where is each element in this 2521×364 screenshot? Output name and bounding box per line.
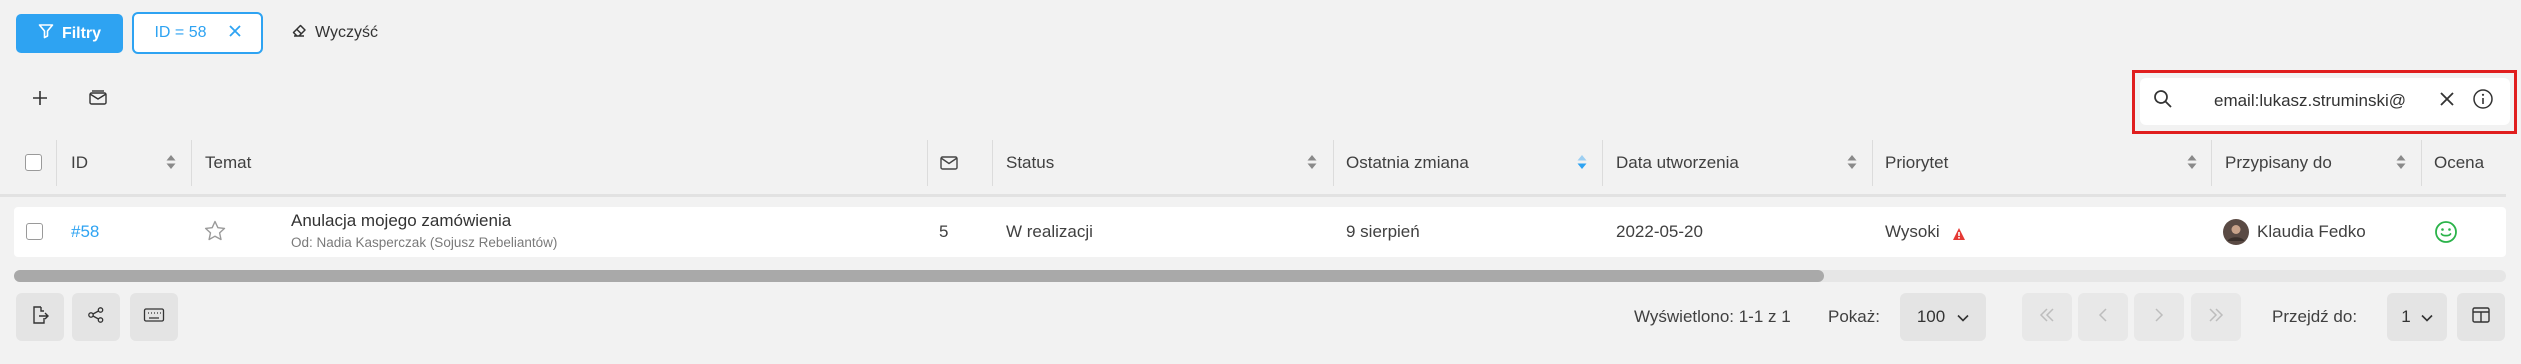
sort-icon[interactable] — [2186, 153, 2198, 171]
chevron-right-icon — [2154, 307, 2164, 327]
chevron-down-icon — [2421, 307, 2433, 327]
mail-stack-icon — [87, 89, 109, 112]
sort-icon[interactable] — [1846, 153, 1858, 171]
share-icon — [87, 306, 105, 329]
double-chevron-right-icon — [2207, 307, 2225, 327]
goto-page-value: 1 — [2401, 307, 2411, 326]
ticket-subject[interactable]: Anulacja mojego zamówienia — [291, 211, 511, 231]
smiley-rating-icon — [2434, 220, 2458, 249]
new-message-button[interactable] — [84, 86, 112, 114]
goto-page-label: Przejdź do: — [2272, 307, 2358, 326]
chevron-down-icon — [1957, 307, 1969, 327]
search-info-icon[interactable] — [2472, 88, 2494, 115]
column-header-subject[interactable]: Temat — [205, 140, 251, 186]
ticket-assignee: Klaudia Fedko — [2257, 222, 2366, 241]
priority-high-icon — [1952, 226, 1966, 246]
filters-label: Filtry — [61, 24, 102, 42]
last-page-button[interactable] — [2191, 293, 2241, 341]
displayed-count: Wyświetlono: 1-1 z 1 — [1634, 307, 1791, 326]
message-count: 5 — [939, 222, 949, 241]
sort-icon[interactable] — [1306, 153, 1318, 171]
prev-page-button[interactable] — [2078, 293, 2128, 341]
column-divider — [2211, 140, 2212, 186]
search-icon — [2153, 89, 2173, 114]
active-filter-label: ID = 58 — [154, 24, 207, 41]
clear-filters-label: Wyczyść — [315, 24, 378, 41]
column-divider — [191, 140, 192, 186]
sort-descending-icon[interactable] — [1576, 153, 1588, 171]
column-divider — [1333, 140, 1334, 186]
share-button[interactable] — [72, 293, 120, 341]
column-header-id[interactable]: ID — [71, 140, 88, 186]
column-divider — [1602, 140, 1603, 186]
column-header-rating[interactable]: Ocena — [2434, 140, 2484, 186]
ticket-priority: Wysoki — [1885, 222, 1940, 241]
ticket-last-change: 9 sierpień — [1346, 222, 1420, 241]
column-divider — [2421, 140, 2422, 186]
ticket-id-link[interactable]: #58 — [71, 222, 99, 242]
keyboard-icon — [143, 307, 165, 328]
header-divider — [0, 194, 2506, 197]
clear-search-icon[interactable] — [2440, 92, 2454, 111]
remove-filter-icon[interactable] — [228, 24, 241, 42]
export-icon — [30, 305, 50, 330]
page-size-label: Pokaż: — [1828, 307, 1880, 326]
active-filter-chip[interactable]: ID = 58 — [132, 12, 263, 54]
goto-page-select[interactable]: 1 — [2387, 293, 2447, 341]
messages-column-icon — [939, 154, 959, 177]
plus-icon — [31, 89, 49, 112]
column-header-assigned[interactable]: Przypisany do — [2225, 140, 2332, 186]
search-input[interactable]: email:lukasz.struminski@ — [2200, 86, 2420, 116]
export-button[interactable] — [16, 293, 64, 341]
column-header-last-change[interactable]: Ostatnia zmiana — [1346, 140, 1469, 186]
ticket-sender: Od: Nadia Kasperczak (Sojusz Rebeliantów… — [291, 235, 558, 250]
next-page-button[interactable] — [2134, 293, 2184, 341]
select-all-checkbox[interactable] — [25, 154, 42, 171]
keyboard-shortcuts-button[interactable] — [130, 293, 178, 341]
table-row[interactable]: #58 Anulacja mojego zamówienia Od: Nadia… — [14, 207, 2506, 257]
double-chevron-left-icon — [2038, 307, 2056, 327]
column-header-status[interactable]: Status — [1006, 140, 1054, 186]
sort-icon[interactable] — [2395, 153, 2407, 171]
columns-layout-icon — [2471, 306, 2491, 329]
clear-filters-button[interactable]: Wyczyść — [291, 16, 378, 50]
first-page-button[interactable] — [2022, 293, 2072, 341]
star-icon[interactable] — [203, 219, 227, 248]
avatar — [2223, 219, 2249, 250]
sort-icon[interactable] — [165, 153, 177, 171]
filter-icon — [38, 23, 54, 44]
column-divider — [1872, 140, 1873, 186]
filters-button[interactable]: Filtry — [16, 14, 123, 53]
scrollbar-thumb[interactable] — [14, 270, 1824, 282]
column-divider — [927, 140, 928, 186]
column-divider — [56, 140, 57, 186]
column-header-created[interactable]: Data utworzenia — [1616, 140, 1739, 186]
column-divider — [992, 140, 993, 186]
page-size-value: 100 — [1916, 307, 1946, 326]
add-ticket-button[interactable] — [26, 86, 54, 114]
row-checkbox[interactable] — [26, 223, 43, 240]
ticket-created: 2022-05-20 — [1616, 222, 1703, 241]
column-header-priority[interactable]: Priorytet — [1885, 140, 1948, 186]
page-size-select[interactable]: 100 — [1900, 293, 1986, 341]
chevron-left-icon — [2098, 307, 2108, 327]
column-layout-button[interactable] — [2457, 293, 2505, 341]
ticket-status: W realizacji — [1006, 222, 1093, 241]
eraser-icon — [291, 23, 307, 44]
